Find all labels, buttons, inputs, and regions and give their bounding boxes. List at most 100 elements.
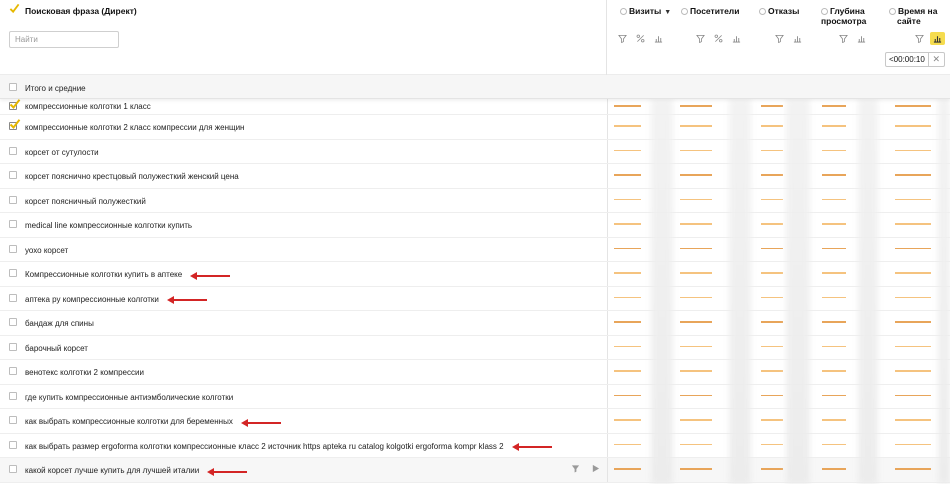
- value-bar: [822, 468, 846, 470]
- row-checkbox[interactable]: [9, 440, 17, 449]
- value-bar: [895, 370, 931, 372]
- value-bar: [680, 105, 712, 107]
- value-bar: [614, 247, 641, 249]
- row-phrase[interactable]: Компрессионные колготки купить в аптеке: [25, 270, 182, 279]
- row-phrase[interactable]: medical line компрессионные колготки куп…: [25, 221, 192, 230]
- row-phrase[interactable]: как выбрать компрессионные колготки для …: [25, 417, 233, 426]
- value-bar: [614, 321, 641, 323]
- value-bar: [761, 370, 783, 372]
- time-filter-chip[interactable]: <00:00:10 ✕: [885, 52, 945, 67]
- row-checkbox[interactable]: [9, 244, 17, 253]
- row-checkbox[interactable]: [9, 269, 17, 277]
- funnel-icon: [618, 34, 627, 43]
- depth-radio-icon[interactable]: [821, 8, 828, 15]
- funnel-icon[interactable]: [571, 464, 580, 473]
- value-bar: [614, 125, 641, 127]
- value-bar: [680, 345, 712, 347]
- row-phrase[interactable]: компрессионные колготки 1 класс: [25, 102, 151, 111]
- row-checkbox[interactable]: [9, 146, 17, 155]
- visits-chart-button[interactable]: [651, 32, 666, 45]
- funnel-icon: [839, 34, 848, 43]
- column-divider: [607, 139, 608, 163]
- row-phrase[interactable]: компрессионные колготки 2 класс компресс…: [25, 123, 244, 132]
- value-bar: [822, 394, 846, 396]
- value-bar: [680, 419, 712, 421]
- play-icon[interactable]: [591, 464, 600, 473]
- row-phrase[interactable]: какой корсет лучше купить для лучшей ита…: [25, 466, 199, 475]
- visitors-percent-button[interactable]: [711, 32, 726, 45]
- visits-title[interactable]: Визиты ▼: [620, 6, 671, 18]
- row-phrase[interactable]: где купить компрессионные антиэмболическ…: [25, 393, 233, 402]
- value-bar: [614, 296, 641, 298]
- depth-filter-button[interactable]: [836, 32, 851, 45]
- value-bar: [822, 223, 846, 225]
- row-phrase[interactable]: корсет от сутулости: [25, 148, 99, 157]
- totals-checkbox[interactable]: [9, 83, 17, 91]
- row-checkbox[interactable]: [9, 342, 17, 351]
- row-checkbox[interactable]: [9, 465, 17, 473]
- bounces-title[interactable]: Отказы: [759, 6, 799, 16]
- value-bar: [614, 223, 641, 225]
- row-checkbox[interactable]: [9, 220, 17, 228]
- time-chart-button[interactable]: [930, 32, 945, 45]
- row-checkbox[interactable]: [9, 99, 21, 110]
- column-visits: Визиты ▼: [612, 0, 676, 75]
- row-checkbox[interactable]: [9, 293, 17, 302]
- phrase-column-title[interactable]: Поисковая фраза (Директ): [25, 6, 137, 16]
- depth-chart-button[interactable]: [854, 32, 869, 45]
- row-phrase[interactable]: уохо корсет: [25, 246, 68, 255]
- sort-desc-icon[interactable]: ▼: [664, 9, 671, 16]
- value-bar: [680, 223, 712, 225]
- close-icon[interactable]: ✕: [929, 53, 944, 66]
- funnel-icon: [696, 34, 705, 43]
- value-bar: [680, 321, 712, 323]
- row-checkbox[interactable]: [9, 367, 17, 375]
- row-phrase[interactable]: корсет поясничный полужесткий: [25, 197, 146, 206]
- visits-radio-icon[interactable]: [620, 8, 627, 15]
- column-depth: Глубина просмотра: [813, 0, 881, 75]
- value-bar: [822, 247, 846, 249]
- totals-label: Итого и средние: [25, 84, 86, 93]
- row-phrase[interactable]: корсет пояснично крестцовый полужесткий …: [25, 172, 239, 181]
- value-bar: [822, 419, 846, 421]
- value-bar: [680, 468, 712, 470]
- row-checkbox[interactable]: [9, 318, 17, 326]
- bar-chart-icon: [933, 36, 942, 43]
- row-checkbox[interactable]: [9, 416, 17, 424]
- time-radio-icon[interactable]: [889, 8, 896, 15]
- row-checkbox[interactable]: [9, 171, 17, 179]
- row-checkbox[interactable]: [9, 119, 21, 130]
- row-checkbox[interactable]: [9, 195, 17, 204]
- blurred-value-column: [729, 99, 751, 484]
- time-filter-button[interactable]: [912, 32, 927, 45]
- row-phrase[interactable]: венотекс колготки 2 компрессии: [25, 368, 144, 377]
- column-check-icon[interactable]: [9, 3, 20, 14]
- depth-title[interactable]: Глубина просмотра: [821, 6, 866, 26]
- visitors-filter-button[interactable]: [693, 32, 708, 45]
- visitors-chart-button[interactable]: [729, 32, 744, 45]
- column-divider: [607, 262, 608, 286]
- visits-filter-button[interactable]: [615, 32, 630, 45]
- row-phrase[interactable]: аптека ру компрессионные колготки: [25, 295, 159, 304]
- row-phrase[interactable]: барочный корсет: [25, 344, 88, 353]
- time-filter-value[interactable]: <00:00:10: [886, 53, 929, 66]
- time-title[interactable]: Время на сайте: [889, 6, 937, 26]
- row-checkbox[interactable]: [9, 391, 17, 400]
- visitors-radio-icon[interactable]: [681, 8, 688, 15]
- search-input[interactable]: [9, 31, 119, 48]
- column-divider: [607, 286, 608, 310]
- row-phrase[interactable]: бандаж для спины: [25, 319, 94, 328]
- column-divider: [607, 311, 608, 335]
- value-bar: [680, 272, 712, 274]
- value-bar: [761, 125, 783, 127]
- row-phrase[interactable]: как выбрать размер ergoforma колготки ко…: [25, 442, 504, 451]
- value-bar: [680, 174, 712, 176]
- bounces-radio-icon[interactable]: [759, 8, 766, 15]
- value-bar: [614, 419, 641, 421]
- value-bar: [614, 345, 641, 347]
- annotation-arrow: [167, 295, 207, 304]
- bounces-chart-button[interactable]: [790, 32, 805, 45]
- visitors-title[interactable]: Посетители: [681, 6, 739, 16]
- visits-percent-button[interactable]: [633, 32, 648, 45]
- bounces-filter-button[interactable]: [772, 32, 787, 45]
